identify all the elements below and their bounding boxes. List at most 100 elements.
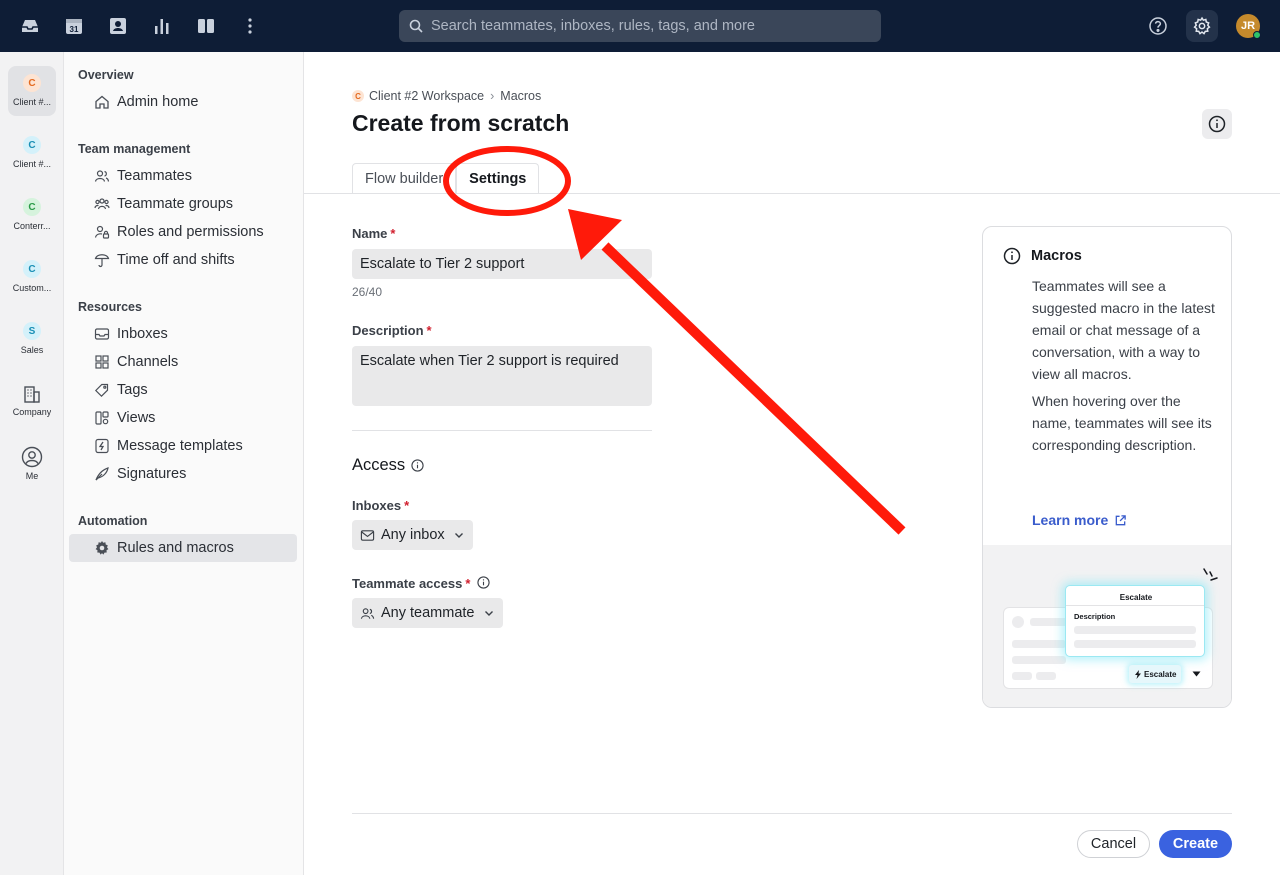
sidebar-item-views[interactable]: Views (69, 404, 297, 432)
illustration-escalate-button: Escalate (1129, 665, 1182, 683)
sidebar-item-admin-home[interactable]: Admin home (69, 88, 297, 116)
main-content: C Client #2 Workspace › Macros Create fr… (304, 52, 1280, 875)
cancel-button[interactable]: Cancel (1077, 830, 1150, 858)
name-input[interactable] (352, 249, 652, 279)
teammate-access-select[interactable]: Any teammate (352, 598, 503, 628)
breadcrumb: C Client #2 Workspace › Macros (352, 89, 541, 103)
section-automation: Automation (78, 514, 148, 528)
sidebar-item-label: Views (117, 410, 156, 426)
teammate-access-select-value: Any teammate (381, 605, 475, 621)
workspace-badge: S (23, 322, 41, 340)
workspace-company[interactable]: Company (8, 376, 56, 426)
breadcrumb-workspace[interactable]: Client #2 Workspace (369, 89, 484, 103)
tag-icon (93, 381, 111, 399)
inbox-icon[interactable] (18, 14, 42, 38)
sidebar-item-inboxes[interactable]: Inboxes (69, 320, 297, 348)
description-textarea[interactable]: Escalate when Tier 2 support is required (352, 346, 652, 406)
info-icon[interactable] (411, 459, 424, 472)
info-icon[interactable] (477, 576, 490, 589)
sparkle-icon (1201, 567, 1219, 588)
online-status-dot (1253, 31, 1261, 39)
tab-bar: Flow builder Settings (352, 163, 540, 194)
learn-more-text: Learn more (1032, 512, 1109, 528)
sidebar-item-label: Message templates (117, 438, 243, 454)
workspace-customer[interactable]: C Custom... (8, 252, 56, 302)
workspace-label: Conterr... (13, 221, 51, 231)
lightning-icon (1135, 669, 1141, 679)
analytics-icon[interactable] (150, 14, 174, 38)
sidebar-item-label: Teammate groups (117, 196, 234, 212)
workspace-me[interactable]: Me (8, 438, 56, 488)
settings-sidebar: Overview Admin home Team management Team… (64, 52, 304, 875)
sidebar-item-channels[interactable]: Channels (69, 348, 297, 376)
access-heading: Access (352, 456, 424, 475)
sidebar-item-teammate-groups[interactable]: Teammate groups (69, 190, 297, 218)
views-icon (93, 409, 111, 427)
workspace-badge: C (23, 74, 41, 92)
sidebar-item-label: Channels (117, 354, 179, 370)
illustration-bar (1030, 618, 1070, 626)
sidebar-item-time-off[interactable]: Time off and shifts (69, 246, 297, 274)
section-resources: Resources (78, 300, 142, 314)
chevron-down-icon (483, 607, 495, 619)
settings-button[interactable] (1186, 10, 1218, 42)
workspace-badge: C (23, 136, 41, 154)
tab-settings[interactable]: Settings (456, 163, 540, 194)
learn-more-link[interactable]: Learn more (1032, 512, 1127, 528)
teammate-access-label: Teammate access * (352, 576, 490, 591)
macros-info-card: Macros Teammates will see a suggested ma… (982, 226, 1232, 708)
workspace-label: Me (25, 471, 39, 481)
gear-icon (1193, 16, 1211, 35)
workspace-rail: C Client #... C Client #... C Conterr...… (0, 52, 64, 875)
section-overview: Overview (78, 68, 134, 82)
workspace-client-other[interactable]: C Client #... (8, 128, 56, 178)
calendar-day: 31 (70, 25, 79, 34)
illustration-popup-title: Escalate (1119, 593, 1153, 602)
sidebar-item-teammates[interactable]: Teammates (69, 162, 297, 190)
workspace-conterra[interactable]: C Conterr... (8, 190, 56, 240)
user-avatar[interactable]: JR (1236, 14, 1261, 39)
sidebar-item-roles[interactable]: Roles and permissions (69, 218, 297, 246)
create-button[interactable]: Create (1159, 830, 1232, 858)
sidebar-item-rules-macros[interactable]: Rules and macros (69, 534, 297, 562)
card-paragraph: When hovering over the name, teammates w… (1032, 393, 1212, 453)
sidebar-item-message-templates[interactable]: Message templates (69, 432, 297, 460)
illustration-bar (1012, 616, 1024, 628)
grid-icon (93, 353, 111, 371)
page-title: Create from scratch (352, 110, 570, 136)
inboxes-select-value: Any inbox (381, 527, 445, 543)
required-mark: * (404, 498, 410, 513)
more-vertical-icon[interactable] (238, 14, 262, 38)
contacts-icon[interactable] (106, 14, 130, 38)
footer-divider (352, 813, 1232, 814)
card-header: Macros (1003, 247, 1082, 265)
breadcrumb-current[interactable]: Macros (500, 89, 541, 103)
name-label-text: Name (352, 226, 388, 241)
info-button[interactable] (1202, 109, 1232, 139)
workspace-client-2[interactable]: C Client #... (8, 66, 56, 116)
breadcrumb-separator: › (490, 89, 495, 103)
name-label: Name * (352, 226, 395, 241)
inboxes-label: Inboxes * (352, 498, 409, 513)
search-input[interactable] (431, 18, 871, 34)
workspace-badge: C (352, 90, 364, 102)
inboxes-label-text: Inboxes (352, 498, 402, 513)
calendar-icon[interactable]: 31 (62, 14, 86, 38)
tab-flow-builder[interactable]: Flow builder (352, 163, 457, 194)
split-view-icon[interactable] (194, 14, 218, 38)
sidebar-item-label: Inboxes (117, 326, 168, 342)
illustration-bar (1012, 640, 1066, 648)
sidebar-item-signatures[interactable]: Signatures (69, 460, 297, 488)
sidebar-item-tags[interactable]: Tags (69, 376, 297, 404)
workspace-sales[interactable]: S Sales (8, 314, 56, 364)
inboxes-select[interactable]: Any inbox (352, 520, 473, 550)
chevron-down-icon (453, 529, 465, 541)
global-search[interactable] (399, 10, 881, 42)
illustration-popup: Escalate Description (1065, 585, 1205, 657)
workspace-label: Custom... (12, 283, 52, 293)
top-bar: 31 JR (0, 0, 1280, 52)
help-icon[interactable] (1146, 14, 1170, 38)
user-circle-icon (21, 446, 43, 468)
illustration-bar (1036, 672, 1056, 680)
home-icon (93, 93, 111, 111)
